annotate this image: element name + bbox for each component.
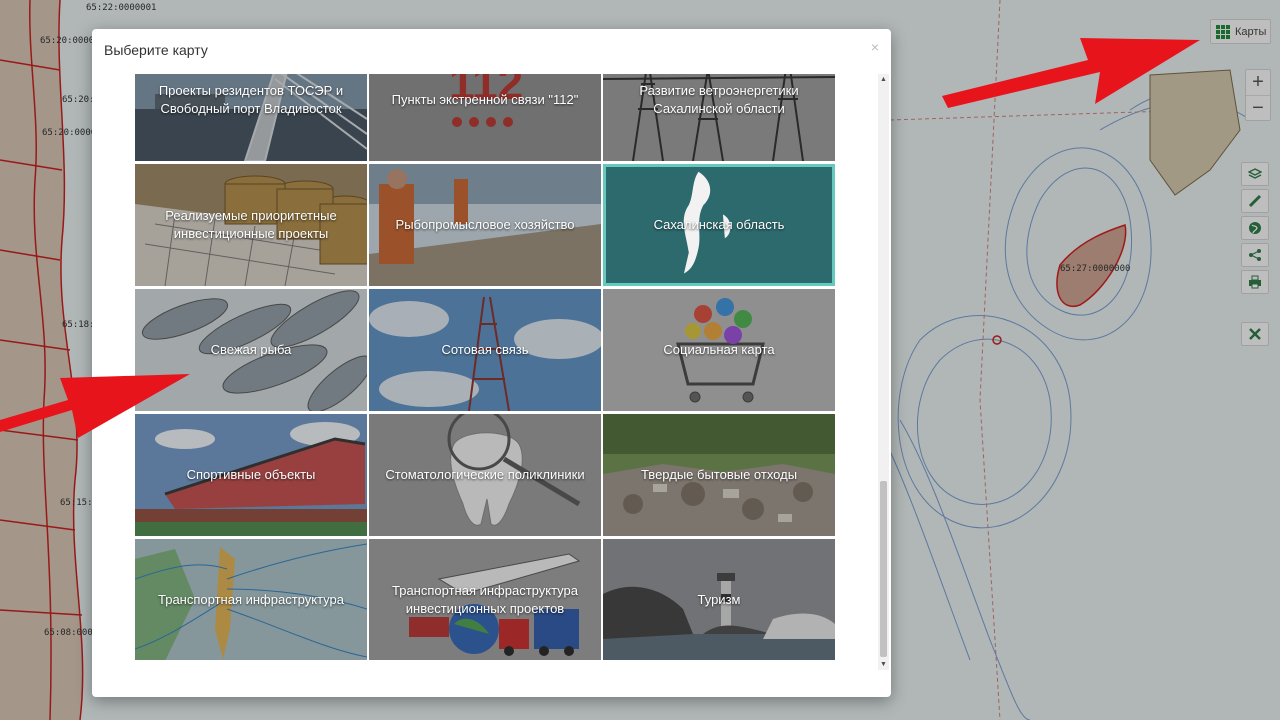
map-tile-label: Транспортная инфраструктура инвестиционн… — [392, 583, 578, 616]
map-tile-label: Рыбопромысловое хозяйство — [395, 217, 575, 232]
map-tile-label: Туризм — [697, 592, 741, 607]
close-button[interactable]: × — [871, 39, 879, 55]
map-tile-label: Пункты экстренной связи "112" — [391, 92, 579, 107]
scroll-up-arrow-icon[interactable]: ▲ — [878, 74, 889, 85]
map-tile[interactable]: Проекты резидентов ТОСЭР и Свободный пор… — [135, 74, 367, 161]
map-tile-label: Спортивные объекты — [186, 467, 316, 482]
map-tile-label: Стоматологические поликлиники — [385, 467, 585, 482]
map-tile[interactable]: Твердые бытовые отходы — [603, 414, 835, 536]
map-tile-label: Сахалинская область — [653, 217, 785, 232]
map-tile[interactable]: Спортивные объекты — [135, 414, 367, 536]
dialog-title: Выберите карту — [104, 42, 208, 58]
map-tile-label: Твердые бытовые отходы — [640, 467, 798, 482]
map-tile[interactable]: Транспортная инфраструктура инвестиционн… — [369, 539, 601, 660]
map-tile[interactable]: Развитие ветроэнергетики Сахалинской обл… — [603, 74, 835, 161]
map-tile[interactable]: Рыбопромысловое хозяйство — [369, 164, 601, 286]
scrollbar-thumb[interactable] — [880, 481, 887, 657]
map-tile[interactable]: Сотовая связь — [369, 289, 601, 411]
map-tile-label: Свежая рыба — [210, 342, 292, 357]
map-tile[interactable]: Сахалинская область — [603, 164, 835, 286]
map-tile-label: Проекты резидентов ТОСЭР и Свободный пор… — [158, 83, 344, 116]
map-tile[interactable]: Туризм — [603, 539, 835, 660]
scroll-down-arrow-icon[interactable]: ▼ — [878, 659, 889, 670]
tile-dim-overlay — [369, 74, 601, 161]
map-tile[interactable]: Стоматологические поликлиники — [369, 414, 601, 536]
map-tiles-viewport[interactable]: Проекты резидентов ТОСЭР и Свободный пор… — [135, 74, 835, 660]
map-tile-label: Транспортная инфраструктура — [158, 592, 344, 607]
map-tile-label: Социальная карта — [663, 342, 775, 357]
map-tile-label: Развитие ветроэнергетики Сахалинской обл… — [639, 83, 799, 116]
map-tile[interactable]: 112 Пункты экстренной связи "112" — [369, 74, 601, 161]
map-tile[interactable]: Свежая рыба — [135, 289, 367, 411]
dialog-scrollbar[interactable]: ▲ ▼ — [878, 74, 889, 670]
map-selection-dialog: Выберите карту × Проекты резидентов ТОСЭ… — [92, 29, 891, 697]
map-tile-label: Сотовая связь — [441, 342, 529, 357]
map-tiles-grid: Проекты резидентов ТОСЭР и Свободный пор… — [135, 74, 835, 660]
map-tile[interactable]: Реализуемые приоритетные инвестиционные … — [135, 164, 367, 286]
map-tile-label: Реализуемые приоритетные инвестиционные … — [165, 208, 337, 241]
map-tile[interactable]: Социальная карта — [603, 289, 835, 411]
map-tile[interactable]: Транспортная инфраструктура — [135, 539, 367, 660]
